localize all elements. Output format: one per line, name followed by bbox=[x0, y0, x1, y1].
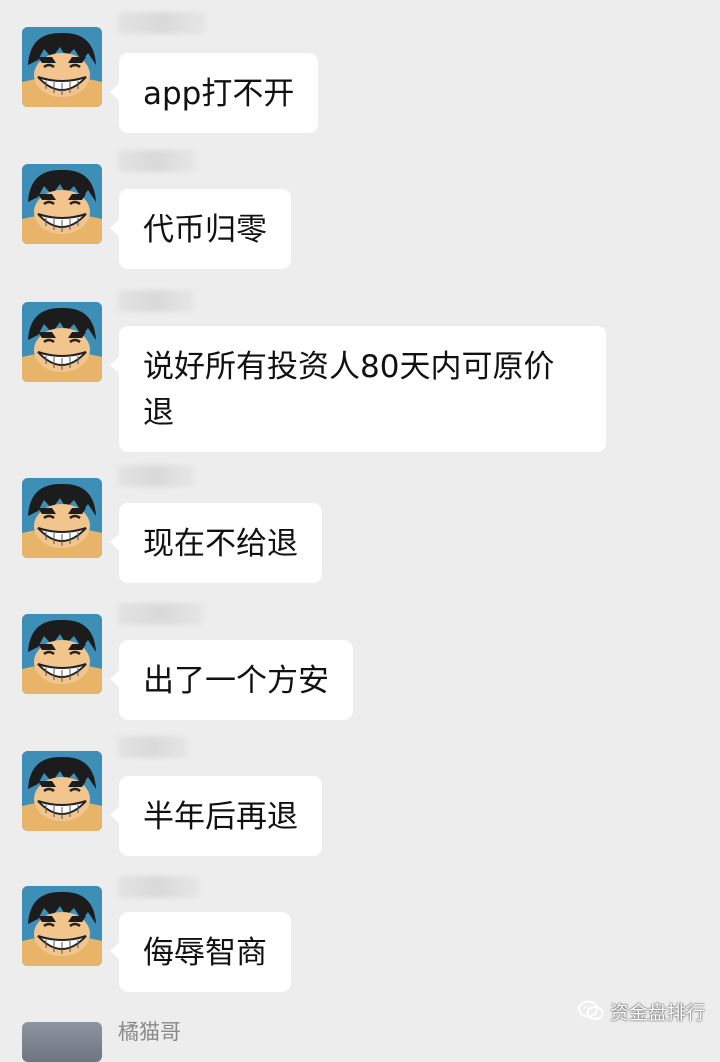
message-text: 代币归零 bbox=[143, 212, 267, 248]
avatar[interactable] bbox=[22, 164, 102, 244]
sender-name-blurred bbox=[118, 736, 188, 758]
avatar[interactable] bbox=[22, 302, 102, 382]
avatar-face-icon bbox=[22, 302, 102, 382]
message-text: 出了一个方安 bbox=[143, 663, 329, 699]
message-bubble[interactable]: 半年后再退 bbox=[110, 776, 322, 856]
avatar[interactable] bbox=[22, 614, 102, 694]
sender-name-blurred bbox=[118, 876, 200, 898]
message-text: 半年后再退 bbox=[143, 799, 298, 835]
message-text: app打不开 bbox=[143, 76, 295, 112]
avatar-face-icon bbox=[22, 478, 102, 558]
sender-name-blurred bbox=[118, 465, 194, 487]
avatar[interactable] bbox=[22, 751, 102, 831]
message-text: 现在不给退 bbox=[143, 526, 298, 562]
avatar[interactable] bbox=[22, 27, 102, 107]
avatar[interactable] bbox=[22, 1022, 102, 1062]
sender-name-blurred bbox=[118, 603, 204, 625]
avatar-face-icon bbox=[22, 614, 102, 694]
avatar-face-icon bbox=[22, 886, 102, 966]
wechat-icon bbox=[578, 1000, 604, 1020]
avatar-face-icon bbox=[22, 164, 102, 244]
watermark-text: 资金盘排行 bbox=[610, 1001, 706, 1024]
sender-name: 橘猫哥 bbox=[118, 1020, 181, 1044]
message-bubble[interactable]: 侮辱智商 bbox=[110, 912, 291, 992]
message-text: 侮辱智商 bbox=[143, 935, 267, 971]
message-text: 说好所有投资人80天内可原价退 bbox=[143, 349, 555, 431]
sender-name-blurred bbox=[118, 290, 194, 312]
message-bubble[interactable]: app打不开 bbox=[109, 53, 319, 133]
avatar-face-icon bbox=[22, 751, 102, 831]
message-bubble[interactable]: 代币归零 bbox=[110, 189, 291, 269]
message-bubble[interactable]: 出了一个方安 bbox=[110, 640, 353, 720]
message-bubble[interactable]: 说好所有投资人80天内可原价退 bbox=[110, 326, 606, 452]
sender-name-blurred bbox=[118, 150, 196, 172]
avatar-face-icon bbox=[22, 27, 102, 107]
sender-name-blurred bbox=[118, 12, 206, 34]
message-bubble[interactable]: 现在不给退 bbox=[110, 503, 322, 583]
watermark: 资金盘排行 bbox=[578, 996, 705, 1026]
avatar[interactable] bbox=[22, 478, 102, 558]
avatar[interactable] bbox=[22, 886, 102, 966]
